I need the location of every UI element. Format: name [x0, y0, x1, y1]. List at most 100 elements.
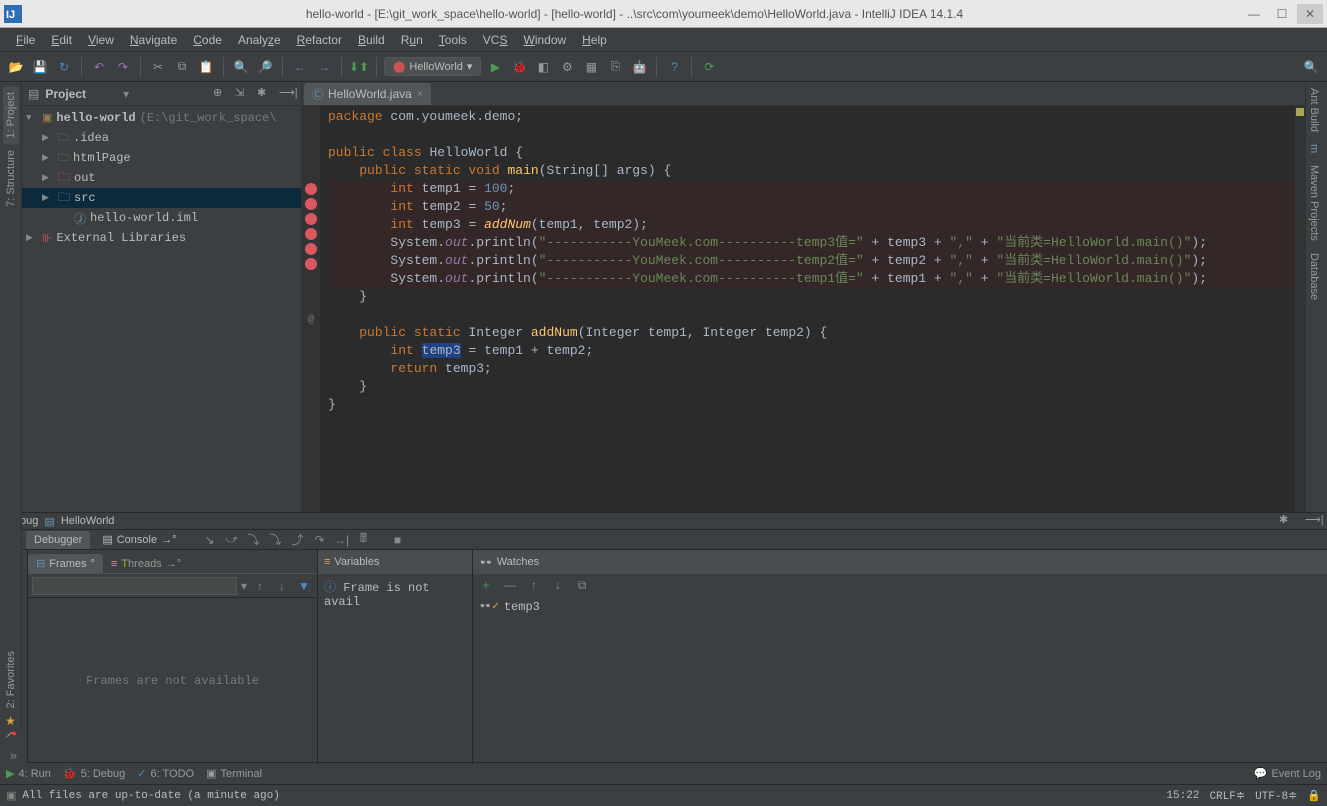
forward-icon[interactable]: →	[314, 57, 334, 77]
copy-icon[interactable]: ⧉	[172, 57, 192, 77]
watch-item[interactable]: 👓✓ temp3	[479, 600, 1321, 614]
status-icon[interactable]: ▣	[6, 789, 16, 802]
coverage-icon[interactable]: ◧	[533, 57, 553, 77]
breakpoint-marker[interactable]	[305, 183, 317, 195]
hide-icon[interactable]: ⟶|	[1305, 513, 1321, 529]
code-line[interactable]: System.out.println("-----------YouMeek.c…	[328, 270, 1297, 288]
run-configuration-dropdown[interactable]: ⬤ HelloWorld ▾	[384, 57, 481, 76]
code-line[interactable]: int temp3 = temp1 + temp2;	[328, 342, 1297, 360]
dropdown-icon[interactable]: ▾	[123, 87, 129, 101]
tree-item[interactable]: ▶ 🗀 htmlPage	[22, 148, 301, 168]
tree-item[interactable]: Ⓙ hello-world.iml	[22, 208, 301, 228]
menu-code[interactable]: Code	[185, 30, 230, 50]
filter-icon[interactable]: ▼	[295, 577, 313, 595]
next-frame-icon[interactable]: ↓	[273, 577, 291, 595]
tree-root[interactable]: ▼ ▣ hello-world (E:\git_work_space\	[22, 108, 301, 128]
bottom-run[interactable]: ▶4: Run	[6, 767, 51, 780]
menu-help[interactable]: Help	[574, 30, 615, 50]
tree-external-libs[interactable]: ▶ ⊪ External Libraries	[22, 228, 301, 248]
breakpoint-marker[interactable]	[305, 243, 317, 255]
code-line[interactable]: }	[328, 288, 1297, 306]
redo-icon[interactable]: ↷	[113, 57, 133, 77]
undo-icon[interactable]: ↶	[89, 57, 109, 77]
code-line[interactable]	[328, 126, 1297, 144]
error-stripe[interactable]	[1295, 106, 1305, 512]
force-step-into-icon[interactable]: ⤵	[267, 531, 285, 549]
tool-window-database[interactable]: Database	[1306, 247, 1322, 306]
console-tab[interactable]: ▤ Console →°	[94, 530, 184, 549]
step-over-icon[interactable]: ⤻	[223, 531, 241, 549]
code-line[interactable]: System.out.println("-----------YouMeek.c…	[328, 252, 1297, 270]
stop-icon[interactable]: ⎘	[605, 57, 625, 77]
tool-window-structure[interactable]: 7: Structure	[3, 144, 19, 213]
menu-tools[interactable]: Tools	[431, 30, 475, 50]
menu-navigate[interactable]: Navigate	[122, 30, 185, 50]
code-line[interactable]	[328, 306, 1297, 324]
menu-analyze[interactable]: Analyze	[230, 30, 289, 50]
lock-icon[interactable]: 🔒	[1307, 789, 1321, 803]
menu-window[interactable]: Window	[515, 30, 574, 50]
attach-icon[interactable]: ▦	[581, 57, 601, 77]
profile-icon[interactable]: ⚙	[557, 57, 577, 77]
more-icon[interactable]: »	[5, 746, 23, 764]
event-log[interactable]: 💬Event Log	[1254, 767, 1321, 780]
replace-icon[interactable]: 🔎	[255, 57, 275, 77]
code-editor[interactable]: @ package com.youmeek.demo;public class …	[302, 106, 1305, 512]
status-line-ending[interactable]: CRLF≑	[1209, 789, 1245, 803]
search-everywhere-icon[interactable]: 🔍	[1301, 57, 1321, 77]
close-tab-icon[interactable]: ×	[417, 88, 423, 100]
status-encoding[interactable]: UTF-8≑	[1255, 789, 1297, 803]
dropdown-icon[interactable]: ▾	[241, 579, 247, 593]
back-icon[interactable]: ←	[290, 57, 310, 77]
warning-marker[interactable]	[1296, 108, 1304, 116]
tool-window-favorites[interactable]: 2: Favorites	[3, 645, 19, 714]
help-icon[interactable]: ?	[664, 57, 684, 77]
breakpoint-marker[interactable]	[305, 213, 317, 225]
drop-frame-icon[interactable]: ↷	[311, 531, 329, 549]
editor-tab[interactable]: Ⓒ HelloWorld.java ×	[304, 83, 431, 105]
close-button[interactable]: ✕	[1297, 4, 1323, 24]
tool-window-ant[interactable]: Ant Build	[1306, 82, 1322, 138]
menu-edit[interactable]: Edit	[43, 30, 80, 50]
debugger-tab[interactable]: Debugger	[26, 531, 90, 549]
maximize-button[interactable]: ☐	[1269, 4, 1295, 24]
override-marker[interactable]: @	[302, 312, 320, 330]
menu-build[interactable]: Build	[350, 30, 393, 50]
breakpoint-marker[interactable]	[305, 228, 317, 240]
menu-run[interactable]: Run	[393, 30, 431, 50]
menu-file[interactable]: File	[8, 30, 43, 50]
code-line[interactable]: public static Integer addNum(Integer tem…	[328, 324, 1297, 342]
debug-button[interactable]: 🐞	[509, 57, 529, 77]
jrebel-icon[interactable]: ⟳	[699, 57, 719, 77]
menu-refactor[interactable]: Refactor	[289, 30, 350, 50]
find-icon[interactable]: 🔍	[231, 57, 251, 77]
code-line[interactable]: System.out.println("-----------YouMeek.c…	[328, 234, 1297, 252]
paste-icon[interactable]: 📋	[196, 57, 216, 77]
tool-window-maven[interactable]: m	[1306, 138, 1322, 159]
breakpoint-marker[interactable]	[305, 198, 317, 210]
code-content[interactable]: package com.youmeek.demo;public class He…	[320, 106, 1305, 512]
up-icon[interactable]: ↑	[525, 576, 543, 594]
frames-tab[interactable]: ⊟ Frames °	[28, 554, 103, 573]
tool-window-maven-label[interactable]: Maven Projects	[1306, 159, 1322, 247]
save-all-icon[interactable]: 💾	[30, 57, 50, 77]
code-line[interactable]: }	[328, 378, 1297, 396]
open-icon[interactable]: 📂	[6, 57, 26, 77]
code-line[interactable]: int temp1 = 100;	[328, 180, 1297, 198]
tree-item[interactable]: ▶ 🗀 .idea	[22, 128, 301, 148]
tree-item[interactable]: ▶ 🗀 out	[22, 168, 301, 188]
editor-gutter[interactable]: @	[302, 106, 320, 512]
gear-icon[interactable]: ✱	[257, 86, 273, 102]
make-icon[interactable]: ⬇⬆	[349, 57, 369, 77]
menu-view[interactable]: View	[80, 30, 122, 50]
scroll-from-source-icon[interactable]: ⊕	[213, 86, 229, 102]
thread-selector[interactable]	[32, 577, 237, 595]
bottom-todo[interactable]: ✓6: TODO	[137, 767, 194, 780]
hide-icon[interactable]: ⟶|	[279, 86, 295, 102]
threads-tab[interactable]: ≡ Threads →°	[103, 555, 189, 573]
bottom-terminal[interactable]: ▣Terminal	[206, 767, 262, 780]
code-line[interactable]: public class HelloWorld {	[328, 144, 1297, 162]
code-line[interactable]: }	[328, 396, 1297, 414]
cut-icon[interactable]: ✂	[148, 57, 168, 77]
gear-icon[interactable]: ✱	[1279, 513, 1295, 529]
